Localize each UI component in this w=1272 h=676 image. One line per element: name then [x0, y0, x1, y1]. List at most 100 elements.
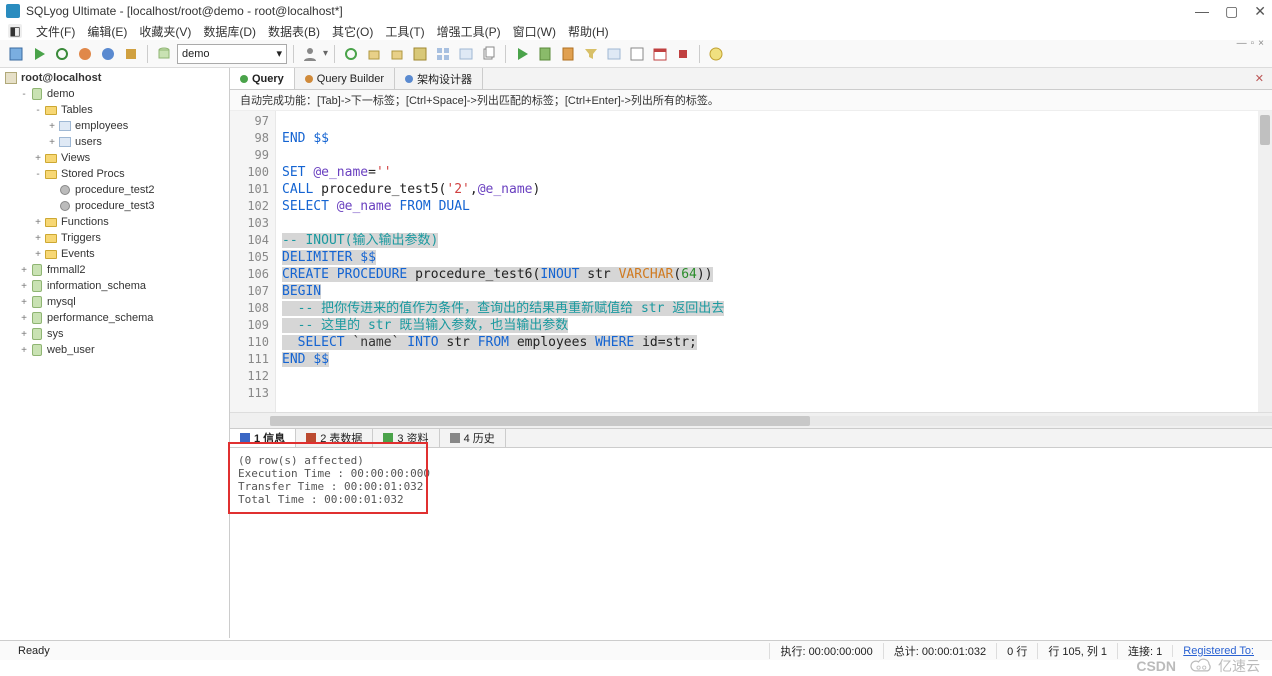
folder-icon — [44, 215, 58, 229]
editor-tab[interactable]: 架构设计器 — [395, 68, 483, 89]
editor-tab[interactable]: Query — [230, 68, 295, 89]
menu-item[interactable]: 其它(O) — [326, 25, 379, 39]
refresh-icon[interactable] — [52, 44, 72, 64]
menu-item[interactable]: 工具(T) — [379, 25, 430, 39]
book-orange-icon[interactable] — [558, 44, 578, 64]
tree-node[interactable]: + Views — [0, 150, 229, 166]
menu-item[interactable]: 数据库(D) — [197, 25, 262, 39]
tree-expand-icon[interactable]: + — [32, 153, 44, 164]
object-browser[interactable]: root@localhost - demo - Tables + employe… — [0, 68, 230, 638]
tree-expand-icon[interactable]: + — [32, 249, 44, 260]
execute-icon[interactable] — [29, 44, 49, 64]
calendar-icon[interactable] — [650, 44, 670, 64]
help-icon[interactable] — [706, 44, 726, 64]
tree-node[interactable]: + information_schema — [0, 278, 229, 294]
tree-node[interactable]: + Events — [0, 246, 229, 262]
grid2-icon[interactable] — [604, 44, 624, 64]
tree-node[interactable]: + Functions — [0, 214, 229, 230]
tree-node[interactable]: + web_user — [0, 342, 229, 358]
menu-item[interactable]: 收藏夹(V) — [133, 25, 197, 39]
tree-node-label: procedure_test2 — [75, 184, 155, 196]
menu-item[interactable]: 窗口(W) — [507, 25, 562, 39]
tree-expand-icon[interactable]: + — [18, 297, 30, 308]
result-tab[interactable]: 1 信息 — [230, 429, 296, 447]
tree-expand-icon[interactable]: + — [18, 265, 30, 276]
tree-expand-icon[interactable]: + — [32, 233, 44, 244]
folder-icon — [44, 103, 58, 117]
window-icon[interactable] — [627, 44, 647, 64]
sync-icon[interactable] — [341, 44, 361, 64]
mdi-restore-button[interactable]: ▫ — [1251, 38, 1255, 49]
tree-expand-icon[interactable]: + — [46, 137, 58, 148]
database-selector[interactable]: demo ▾ — [177, 44, 287, 64]
stop-icon[interactable] — [75, 44, 95, 64]
tree-node[interactable]: + fmmall2 — [0, 262, 229, 278]
tree-node-label: Events — [61, 248, 95, 260]
menu-item[interactable]: 编辑(E) — [81, 25, 133, 39]
db-icon[interactable] — [154, 44, 174, 64]
tree-node-label: users — [75, 136, 102, 148]
tab-dot-icon — [305, 75, 313, 83]
schema-icon[interactable] — [410, 44, 430, 64]
export-icon[interactable] — [364, 44, 384, 64]
tree-expand-icon[interactable]: + — [18, 281, 30, 292]
mdi-close-button[interactable]: × — [1258, 38, 1264, 49]
tree-expand-icon[interactable]: - — [32, 169, 44, 180]
stop2-icon[interactable] — [673, 44, 693, 64]
tool-icon[interactable] — [121, 44, 141, 64]
result-tab[interactable]: 4 历史 — [440, 429, 506, 447]
editor-tab-label: Query Builder — [317, 73, 384, 85]
menu-item[interactable]: 帮助(H) — [562, 25, 615, 39]
mdi-minimize-button[interactable]: — — [1237, 38, 1247, 49]
editor-vscrollbar[interactable] — [1258, 111, 1272, 412]
filter-icon[interactable] — [581, 44, 601, 64]
result-tab[interactable]: 3 资料 — [373, 429, 439, 447]
status-cursor: 行 105, 列 1 — [1037, 643, 1117, 659]
tree-node[interactable]: + sys — [0, 326, 229, 342]
tree-expand-icon[interactable]: - — [18, 89, 30, 100]
tree-node[interactable]: procedure_test3 — [0, 198, 229, 214]
grid-icon[interactable] — [433, 44, 453, 64]
book-green-icon[interactable] — [535, 44, 555, 64]
table-icon[interactable] — [456, 44, 476, 64]
tree-node[interactable]: + Triggers — [0, 230, 229, 246]
user-icon[interactable] — [300, 44, 320, 64]
globe-icon[interactable] — [98, 44, 118, 64]
tree-node[interactable]: + performance_schema — [0, 310, 229, 326]
menu-item[interactable]: 数据表(B) — [262, 25, 326, 39]
tree-node[interactable]: + users — [0, 134, 229, 150]
minimize-button[interactable]: — — [1195, 3, 1209, 20]
tree-root[interactable]: root@localhost — [0, 70, 229, 86]
import-icon[interactable] — [387, 44, 407, 64]
tree-expand-icon[interactable]: + — [18, 329, 30, 340]
tree-node[interactable]: - demo — [0, 86, 229, 102]
run-query-icon[interactable] — [512, 44, 532, 64]
sql-editor[interactable]: 9798991001011021031041051061071081091101… — [230, 111, 1272, 412]
csdn-watermark: CSDN — [1136, 658, 1176, 674]
tree-node[interactable]: + employees — [0, 118, 229, 134]
tree-expand-icon[interactable]: + — [18, 313, 30, 324]
tree-node[interactable]: + mysql — [0, 294, 229, 310]
folder-icon — [44, 247, 58, 261]
tree-node[interactable]: - Tables — [0, 102, 229, 118]
maximize-button[interactable]: ▢ — [1225, 3, 1238, 20]
new-connection-icon[interactable] — [6, 44, 26, 64]
editor-hscrollbar[interactable] — [230, 412, 1272, 428]
status-registered[interactable]: Registered To: — [1172, 645, 1264, 657]
tree-expand-icon[interactable]: + — [18, 345, 30, 356]
copy-icon[interactable] — [479, 44, 499, 64]
menu-item[interactable]: 文件(F) — [30, 25, 81, 39]
tree-node[interactable]: - Stored Procs — [0, 166, 229, 182]
status-exec: 执行: 00:00:00:000 — [769, 643, 882, 659]
tree-expand-icon[interactable]: + — [46, 121, 58, 132]
result-tab[interactable]: 2 表数据 — [296, 429, 373, 447]
editor-tab[interactable]: Query Builder — [295, 68, 395, 89]
tab-close-icon[interactable]: ✕ — [1247, 72, 1272, 85]
tree-expand-icon[interactable]: - — [32, 105, 44, 116]
tree-node[interactable]: procedure_test2 — [0, 182, 229, 198]
menu-item[interactable]: 增强工具(P) — [431, 25, 507, 39]
folder-icon — [44, 151, 58, 165]
tree-expand-icon[interactable]: + — [32, 217, 44, 228]
code-area[interactable]: END $$ SET @e_name=''CALL procedure_test… — [276, 111, 1272, 412]
close-button[interactable]: ✕ — [1254, 3, 1266, 20]
